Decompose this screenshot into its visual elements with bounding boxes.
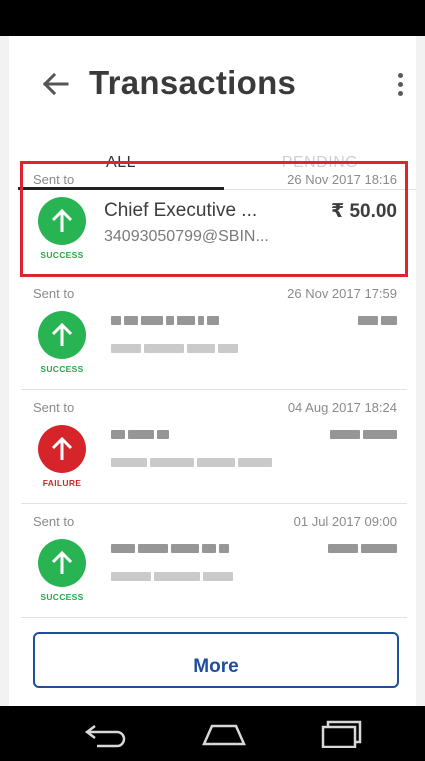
more-vertical-icon — [397, 72, 403, 78]
redacted-payee-vpa — [111, 572, 233, 581]
nav-back-icon — [84, 725, 126, 748]
redacted-payee-vpa — [111, 458, 272, 467]
direction-label: Sent to — [33, 286, 75, 301]
status-circle — [38, 539, 86, 587]
status-label: FAILURE — [42, 478, 82, 488]
transaction-row[interactable]: Sent to 04 Aug 2017 18:24 FAILURE — [21, 390, 407, 504]
arrow-up-icon — [51, 208, 73, 232]
status-circle — [38, 197, 86, 245]
payee-name: Chief Executive ... — [104, 200, 258, 221]
payee-vpa: 34093050799@SBIN... — [104, 228, 269, 245]
arrow-up-icon — [51, 436, 73, 460]
overflow-menu-button[interactable] — [386, 66, 414, 102]
transaction-row[interactable]: Sent to 26 Nov 2017 17:59 SUCCESS — [21, 276, 407, 390]
screen-frame-left — [0, 36, 9, 706]
transaction-date: 26 Nov 2017 18:16 — [287, 172, 397, 187]
transaction-row[interactable]: Sent to 01 Jul 2017 09:00 SUCCESS — [21, 504, 407, 618]
app-bar: Transactions — [9, 36, 416, 132]
direction-label: Sent to — [33, 514, 75, 529]
system-nav-bar — [0, 706, 425, 761]
redacted-payee-name — [111, 430, 169, 439]
transaction-amount: ₹ 50.00 — [330, 201, 397, 222]
nav-home-icon — [202, 724, 246, 746]
redacted-payee-vpa — [111, 344, 238, 353]
status-label: SUCCESS — [40, 250, 84, 260]
redacted-amount — [358, 316, 397, 325]
screen-frame-right — [416, 36, 425, 706]
arrow-up-icon — [51, 550, 73, 574]
status-label: SUCCESS — [40, 592, 84, 602]
nav-back-button[interactable] — [76, 716, 136, 752]
transaction-date: 01 Jul 2017 09:00 — [293, 514, 397, 529]
status-circle — [38, 311, 86, 359]
status-label: SUCCESS — [40, 364, 84, 374]
direction-label: Sent to — [33, 172, 75, 187]
redacted-amount — [328, 544, 397, 553]
nav-recents-icon — [321, 720, 362, 748]
nav-home-button[interactable] — [194, 716, 254, 752]
redacted-amount — [330, 430, 397, 439]
transaction-row[interactable]: Sent to 26 Nov 2017 18:16 SUCCESS Chief … — [20, 161, 408, 277]
status-circle — [38, 425, 86, 473]
back-button[interactable] — [35, 64, 75, 104]
direction-label: Sent to — [33, 400, 75, 415]
transaction-date: 26 Nov 2017 17:59 — [287, 286, 397, 301]
transaction-list: Sent to 26 Nov 2017 18:16 SUCCESS Chief … — [20, 161, 408, 618]
arrow-left-icon — [42, 72, 69, 96]
redacted-payee-name — [111, 544, 229, 553]
redacted-payee-name — [111, 316, 219, 325]
status-bar — [0, 0, 425, 36]
arrow-up-icon — [51, 322, 73, 346]
page-title: Transactions — [89, 64, 297, 101]
transaction-date: 04 Aug 2017 18:24 — [287, 400, 397, 415]
nav-recents-button[interactable] — [312, 716, 372, 752]
more-button[interactable]: More — [33, 632, 399, 688]
